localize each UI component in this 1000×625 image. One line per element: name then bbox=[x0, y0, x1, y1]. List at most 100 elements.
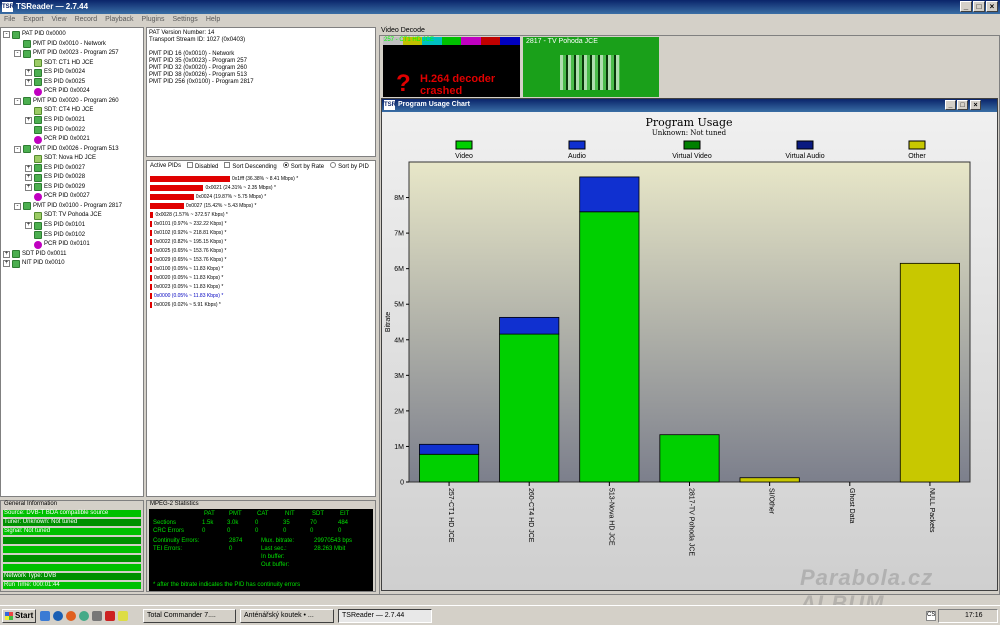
tree-node[interactable]: ES PID 0x0022 bbox=[25, 126, 85, 135]
x-tick-label: 260-CT4 HD JCE bbox=[527, 488, 534, 543]
tree-node[interactable]: + ES PID 0x0029 bbox=[25, 183, 85, 192]
tree-node[interactable]: + ES PID 0x0024 bbox=[25, 68, 85, 77]
tree-node[interactable]: + ES PID 0x0028 bbox=[25, 173, 85, 182]
close-button[interactable]: × bbox=[986, 1, 998, 12]
tree-node[interactable]: SDT: CT1 HD JCE bbox=[25, 59, 93, 68]
pid-rate-row[interactable]: 0x0027 (15.42% ~ 5.43 Mbps) * bbox=[150, 202, 256, 210]
pid-rate-row[interactable]: 0x0102 (0.92% ~ 218.81 Kbps) * bbox=[150, 229, 226, 237]
tree-node[interactable]: - PMT PID 0x0026 - Program 513 bbox=[14, 145, 119, 154]
tree-node[interactable]: - PMT PID 0x0023 - Program 257 bbox=[14, 49, 119, 58]
tree-node[interactable]: PCR PID 0x0021 bbox=[25, 135, 90, 144]
tree-node[interactable]: SDT: Nova HD JCE bbox=[25, 154, 96, 163]
collapse-icon[interactable]: - bbox=[14, 145, 21, 153]
firefox-icon[interactable] bbox=[66, 611, 76, 621]
folder-icon[interactable] bbox=[118, 611, 128, 621]
pid-rate-row[interactable]: 0x0028 (1.57% ~ 372.57 Kbps) * bbox=[150, 211, 228, 219]
mpeg2-stats-panel: MPEG-2 Statistics PAT PMT CAT NIT SDT EIT Sect… bbox=[146, 500, 376, 592]
expand-icon[interactable]: + bbox=[25, 78, 32, 86]
minimize-button[interactable]: _ bbox=[960, 1, 972, 12]
pid-rate-row[interactable]: 0x0021 (24.31% ~ 2.35 Mbps) * bbox=[150, 184, 276, 192]
quicklaunch-icon[interactable] bbox=[92, 611, 102, 621]
expand-icon[interactable]: + bbox=[3, 250, 10, 258]
expand-icon[interactable]: + bbox=[25, 222, 32, 229]
pid-rate-row[interactable]: 0x0026 (0.02% ~ 5.91 Kbps) * bbox=[150, 301, 221, 309]
tree-node[interactable]: + SDT PID 0x0011 bbox=[3, 250, 66, 259]
expand-icon[interactable]: + bbox=[25, 116, 32, 124]
pid-rate-row[interactable]: 0x0024 (19.87% ~ 5.75 Mbps) * bbox=[150, 193, 266, 201]
tree-node[interactable]: - PMT PID 0x0100 - Program 2817 bbox=[14, 202, 122, 211]
sort-by-rate-radio[interactable]: Sort by Rate bbox=[282, 162, 324, 170]
sort-descending-checkbox[interactable]: Sort Descending bbox=[224, 162, 277, 170]
expand-icon[interactable]: + bbox=[3, 260, 10, 268]
disabled-checkbox[interactable]: Disabled bbox=[187, 162, 218, 170]
tree-node[interactable]: + NIT PID 0x0010 bbox=[3, 259, 65, 268]
tree-node[interactable]: PMT PID 0x0010 - Network bbox=[14, 40, 106, 49]
clock[interactable]: 17:16 bbox=[965, 612, 983, 619]
pid-rate-bar bbox=[150, 239, 152, 245]
language-indicator[interactable]: CS bbox=[926, 611, 936, 621]
tree-node[interactable]: SDT: CT4 HD JCE bbox=[25, 106, 93, 115]
chart-window-titlebar[interactable]: TSR Program Usage Chart _ □ × bbox=[382, 99, 997, 112]
expand-icon[interactable]: + bbox=[25, 164, 32, 172]
pid-rate-row[interactable]: 0x0100 (0.05% ~ 11.83 Kbps) * bbox=[150, 265, 223, 273]
pid-rate-row[interactable]: 0x0020 (0.05% ~ 11.83 Kbps) * bbox=[150, 274, 223, 282]
task-tsreader[interactable]: TSReader — 2.7.44 bbox=[338, 609, 432, 623]
tree-node[interactable]: + ES PID 0x0027 bbox=[25, 164, 85, 173]
chrome-icon[interactable] bbox=[79, 611, 89, 621]
menu-item-file[interactable]: File bbox=[0, 14, 19, 23]
pid-icon bbox=[23, 40, 31, 49]
pid-icon bbox=[34, 116, 42, 125]
collapse-icon[interactable]: - bbox=[3, 31, 10, 38]
pid-rate-row[interactable]: 0x0023 (0.05% ~ 11.83 Kbps) * bbox=[150, 283, 223, 291]
opera-icon[interactable] bbox=[105, 611, 115, 621]
x-tick-label: 257-CT1 HD JCE bbox=[447, 488, 454, 543]
pid-rate-row[interactable]: 0x1fff (36.38% ~ 8.41 Mbps) * bbox=[150, 175, 298, 183]
pid-rate-row[interactable]: 0x0000 (0.05% ~ 11.83 Kbps) * bbox=[150, 292, 223, 300]
general-info-row bbox=[3, 555, 141, 562]
chart-close-button[interactable]: × bbox=[970, 100, 981, 110]
expand-icon[interactable]: + bbox=[25, 174, 32, 182]
ie-icon[interactable] bbox=[53, 611, 63, 621]
pid-rate-row[interactable]: 0x0022 (0.82% ~ 195.15 Kbps) * bbox=[150, 238, 226, 246]
menu-item-view[interactable]: View bbox=[48, 14, 71, 23]
tree-node[interactable]: + ES PID 0x0025 bbox=[25, 78, 85, 87]
menu-item-settings[interactable]: Settings bbox=[169, 14, 202, 23]
window-titlebar[interactable]: TSR TSReader — 2.7.44 _ □ × bbox=[0, 0, 1000, 14]
pid-tree[interactable]: - PAT PID 0x0000 PMT PID 0x0010 - Network -… bbox=[0, 27, 144, 497]
chart-maximize-button[interactable]: □ bbox=[957, 100, 968, 110]
expand-icon[interactable]: + bbox=[25, 69, 32, 77]
tree-node[interactable]: PCR PID 0x0024 bbox=[25, 87, 90, 96]
pid-rate-row[interactable]: 0x0029 (0.65% ~ 153.76 Kbps) * bbox=[150, 256, 226, 264]
tree-node[interactable]: + ES PID 0x0021 bbox=[25, 116, 85, 125]
pid-rate-row[interactable]: 0x0101 (0.97% ~ 232.22 Kbps) * bbox=[150, 220, 227, 228]
collapse-icon[interactable]: - bbox=[14, 202, 21, 210]
tree-node[interactable]: SDT: TV Pohoda JCE bbox=[25, 211, 102, 220]
collapse-icon[interactable]: - bbox=[14, 50, 21, 58]
expand-icon[interactable]: + bbox=[25, 183, 32, 191]
chart-minimize-button[interactable]: _ bbox=[945, 100, 956, 110]
tree-node-label: ES PID 0x0102 bbox=[44, 231, 86, 238]
pid-rate-label: 0x0102 (0.92% ~ 218.81 Kbps) * bbox=[154, 230, 227, 236]
tree-node[interactable]: - PMT PID 0x0020 - Program 260 bbox=[14, 97, 119, 106]
tree-node[interactable]: PCR PID 0x0101 bbox=[25, 240, 90, 249]
collapse-icon[interactable]: - bbox=[14, 97, 21, 105]
task-antenarsky-koutek[interactable]: Anténářský koutek • ... bbox=[240, 609, 334, 623]
tree-node[interactable]: PCR PID 0x0027 bbox=[25, 192, 90, 201]
menu-item-export[interactable]: Export bbox=[19, 14, 47, 23]
app-icon: TSR bbox=[2, 2, 14, 12]
pid-rate-row[interactable]: 0x0025 (0.65% ~ 153.76 Kbps) * bbox=[150, 247, 226, 255]
tree-node[interactable]: ES PID 0x0102 bbox=[25, 231, 85, 240]
pid-rate-label: 0x0028 (1.57% ~ 372.57 Kbps) * bbox=[155, 212, 228, 218]
sort-by-pid-radio[interactable]: Sort by PID bbox=[330, 162, 369, 170]
maximize-button[interactable]: □ bbox=[973, 1, 985, 12]
task-total-commander[interactable]: Total Commander 7.... bbox=[143, 609, 236, 623]
desktop-icon[interactable] bbox=[40, 611, 50, 621]
menu-item-record[interactable]: Record bbox=[71, 14, 102, 23]
pat-info-line: PMT PID 256 (0x0100) - Program 2817 bbox=[149, 79, 254, 85]
tree-node[interactable]: + ES PID 0x0101 bbox=[25, 221, 85, 230]
menu-item-plugins[interactable]: Plugins bbox=[138, 14, 169, 23]
menu-item-playback[interactable]: Playback bbox=[101, 14, 137, 23]
tree-node[interactable]: - PAT PID 0x0000 bbox=[3, 30, 66, 39]
start-button[interactable]: Start bbox=[2, 609, 36, 623]
menu-item-help[interactable]: Help bbox=[202, 14, 224, 23]
